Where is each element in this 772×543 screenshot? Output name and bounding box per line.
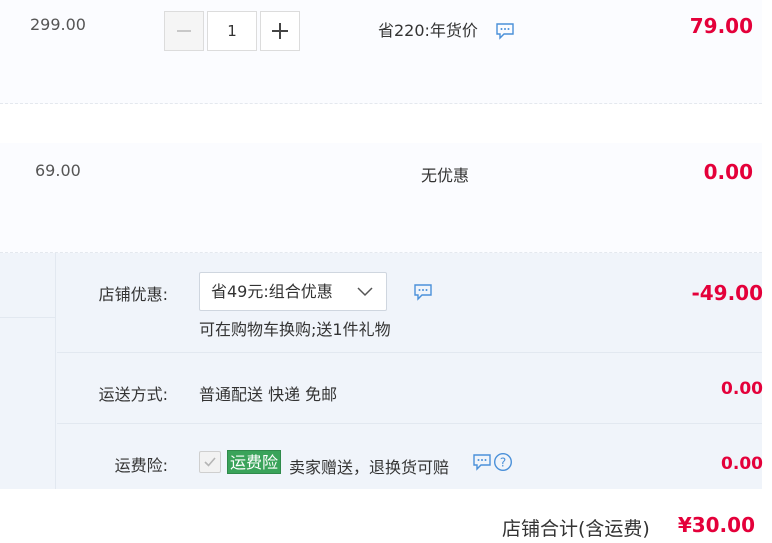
shop-discount-note: 可在购物车换购;送1件礼物 <box>199 320 391 339</box>
promotion-text: 无优惠 <box>421 166 470 185</box>
shop-total-value: ¥30.00 <box>677 513 755 537</box>
insurance-checkbox[interactable] <box>199 451 221 473</box>
shop-discount-label: 店铺优惠: <box>98 285 168 304</box>
insurance-amount: 0.00 <box>721 454 763 474</box>
shop-discount-select[interactable]: 省49元:组合优惠 <box>199 272 387 311</box>
plus-icon <box>272 23 288 39</box>
decrease-quantity-button[interactable] <box>164 11 204 51</box>
shop-total-label: 店铺合计(含运费) <box>502 518 650 540</box>
shipping-label: 运送方式: <box>98 385 168 404</box>
quantity-input[interactable]: 1 <box>207 11 257 51</box>
original-price: 69.00 <box>35 161 81 180</box>
svg-text:?: ? <box>500 456 506 470</box>
promotion-text: 省220:年货价 <box>378 21 478 40</box>
original-price: 299.00 <box>30 15 86 34</box>
shop-discount-selected: 省49元:组合优惠 <box>211 282 333 301</box>
check-icon <box>204 457 216 467</box>
minus-icon <box>177 30 191 32</box>
message-icon[interactable] <box>495 21 515 41</box>
message-icon[interactable] <box>472 452 492 472</box>
insurance-tag: 运费险 <box>227 450 282 474</box>
shop-discount-amount: -49.00 <box>691 281 763 305</box>
item-subtotal: 0.00 <box>703 160 753 184</box>
order-item-row: 299.00 1 省220:年货价 79.00 <box>0 0 762 104</box>
chevron-down-icon <box>356 283 374 301</box>
shop-left-column <box>0 253 56 489</box>
shipping-amount: 0.00 <box>721 379 763 399</box>
item-subtotal: 79.00 <box>689 14 753 38</box>
increase-quantity-button[interactable] <box>260 11 300 51</box>
insurance-label: 运费险: <box>114 456 168 475</box>
order-item-row: 69.00 无优惠 0.00 <box>0 143 762 253</box>
insurance-text: 卖家赠送，退换货可赔 <box>289 458 450 477</box>
shipping-method: 普通配送 快递 免邮 <box>199 385 338 404</box>
help-icon[interactable]: ? <box>493 452 513 472</box>
message-icon[interactable] <box>413 282 433 302</box>
